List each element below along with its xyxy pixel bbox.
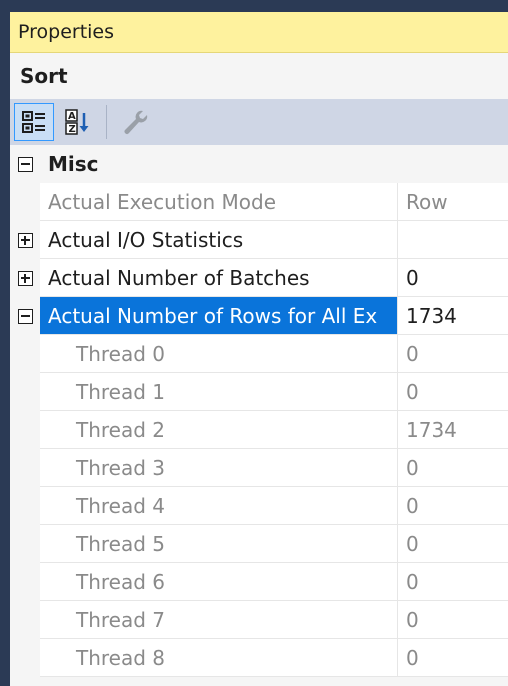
- thread-name: Thread 2: [40, 411, 398, 449]
- svg-text:Z: Z: [69, 124, 76, 135]
- row-gutter: [10, 601, 40, 639]
- category-value: [398, 145, 508, 183]
- thread-value: 0: [398, 563, 508, 601]
- thread-row[interactable]: Thread 0 0: [10, 335, 508, 373]
- property-value[interactable]: 1734: [398, 297, 508, 335]
- categorized-button[interactable]: [14, 103, 54, 141]
- properties-window: Properties Sort A Z Misc Actual Executio…: [10, 12, 508, 686]
- toolbar-separator: [106, 105, 107, 139]
- thread-value: 0: [398, 639, 508, 677]
- thread-value: 0: [398, 335, 508, 373]
- property-value: [398, 221, 508, 259]
- property-name: Actual Number of Batches: [40, 259, 398, 297]
- row-gutter: [10, 373, 40, 411]
- categorized-icon: [22, 111, 45, 133]
- thread-row[interactable]: Thread 8 0: [10, 639, 508, 677]
- expand-toggle[interactable]: [10, 221, 40, 259]
- collapse-toggle[interactable]: [10, 145, 40, 183]
- category-row-misc[interactable]: Misc: [10, 145, 508, 183]
- property-name: Actual Execution Mode: [40, 183, 398, 221]
- thread-name: Thread 4: [40, 487, 398, 525]
- property-name: Actual Number of Rows for All Ex: [40, 297, 398, 335]
- property-grid: Misc Actual Execution Mode Row Actual I/…: [10, 145, 508, 677]
- svg-text:A: A: [68, 111, 76, 122]
- alphabetical-button[interactable]: A Z: [58, 103, 98, 141]
- property-pages-button[interactable]: [115, 103, 155, 141]
- thread-name: Thread 8: [40, 639, 398, 677]
- alphabetical-sort-icon: A Z: [65, 109, 89, 135]
- thread-value: 0: [398, 601, 508, 639]
- thread-name: Thread 5: [40, 525, 398, 563]
- minus-box-icon: [17, 156, 33, 172]
- row-gutter: [10, 183, 40, 221]
- row-gutter: [10, 563, 40, 601]
- plus-box-icon: [17, 232, 33, 248]
- thread-name: Thread 6: [40, 563, 398, 601]
- thread-value: 0: [398, 525, 508, 563]
- expand-toggle[interactable]: [10, 259, 40, 297]
- thread-row[interactable]: Thread 1 0: [10, 373, 508, 411]
- thread-name: Thread 1: [40, 373, 398, 411]
- panel-title: Properties: [18, 21, 115, 43]
- object-name-label: Sort: [20, 64, 68, 88]
- properties-title-bar[interactable]: Properties: [10, 12, 508, 53]
- plus-box-icon: [17, 270, 33, 286]
- selected-object-name: Sort: [10, 53, 508, 99]
- wrench-icon: [124, 110, 148, 134]
- properties-toolbar: A Z: [10, 99, 508, 145]
- row-gutter: [10, 487, 40, 525]
- thread-row[interactable]: Thread 6 0: [10, 563, 508, 601]
- property-row[interactable]: Actual I/O Statistics: [10, 221, 508, 259]
- thread-value: 0: [398, 449, 508, 487]
- thread-value: 0: [398, 487, 508, 525]
- row-gutter: [10, 525, 40, 563]
- thread-name: Thread 0: [40, 335, 398, 373]
- thread-row[interactable]: Thread 7 0: [10, 601, 508, 639]
- property-value: 0: [398, 259, 508, 297]
- collapse-toggle[interactable]: [10, 297, 40, 335]
- property-row-selected[interactable]: Actual Number of Rows for All Ex 1734: [10, 297, 508, 335]
- row-gutter: [10, 639, 40, 677]
- property-row[interactable]: Actual Execution Mode Row: [10, 183, 508, 221]
- property-value: Row: [398, 183, 508, 221]
- category-label: Misc: [40, 145, 398, 183]
- thread-name: Thread 3: [40, 449, 398, 487]
- thread-row[interactable]: Thread 2 1734: [10, 411, 508, 449]
- thread-row[interactable]: Thread 5 0: [10, 525, 508, 563]
- minus-box-icon: [17, 308, 33, 324]
- thread-row[interactable]: Thread 4 0: [10, 487, 508, 525]
- property-name: Actual I/O Statistics: [40, 221, 398, 259]
- row-gutter: [10, 335, 40, 373]
- thread-value: 0: [398, 373, 508, 411]
- thread-value: 1734: [398, 411, 508, 449]
- thread-row[interactable]: Thread 3 0: [10, 449, 508, 487]
- row-gutter: [10, 411, 40, 449]
- thread-name: Thread 7: [40, 601, 398, 639]
- row-gutter: [10, 449, 40, 487]
- property-row[interactable]: Actual Number of Batches 0: [10, 259, 508, 297]
